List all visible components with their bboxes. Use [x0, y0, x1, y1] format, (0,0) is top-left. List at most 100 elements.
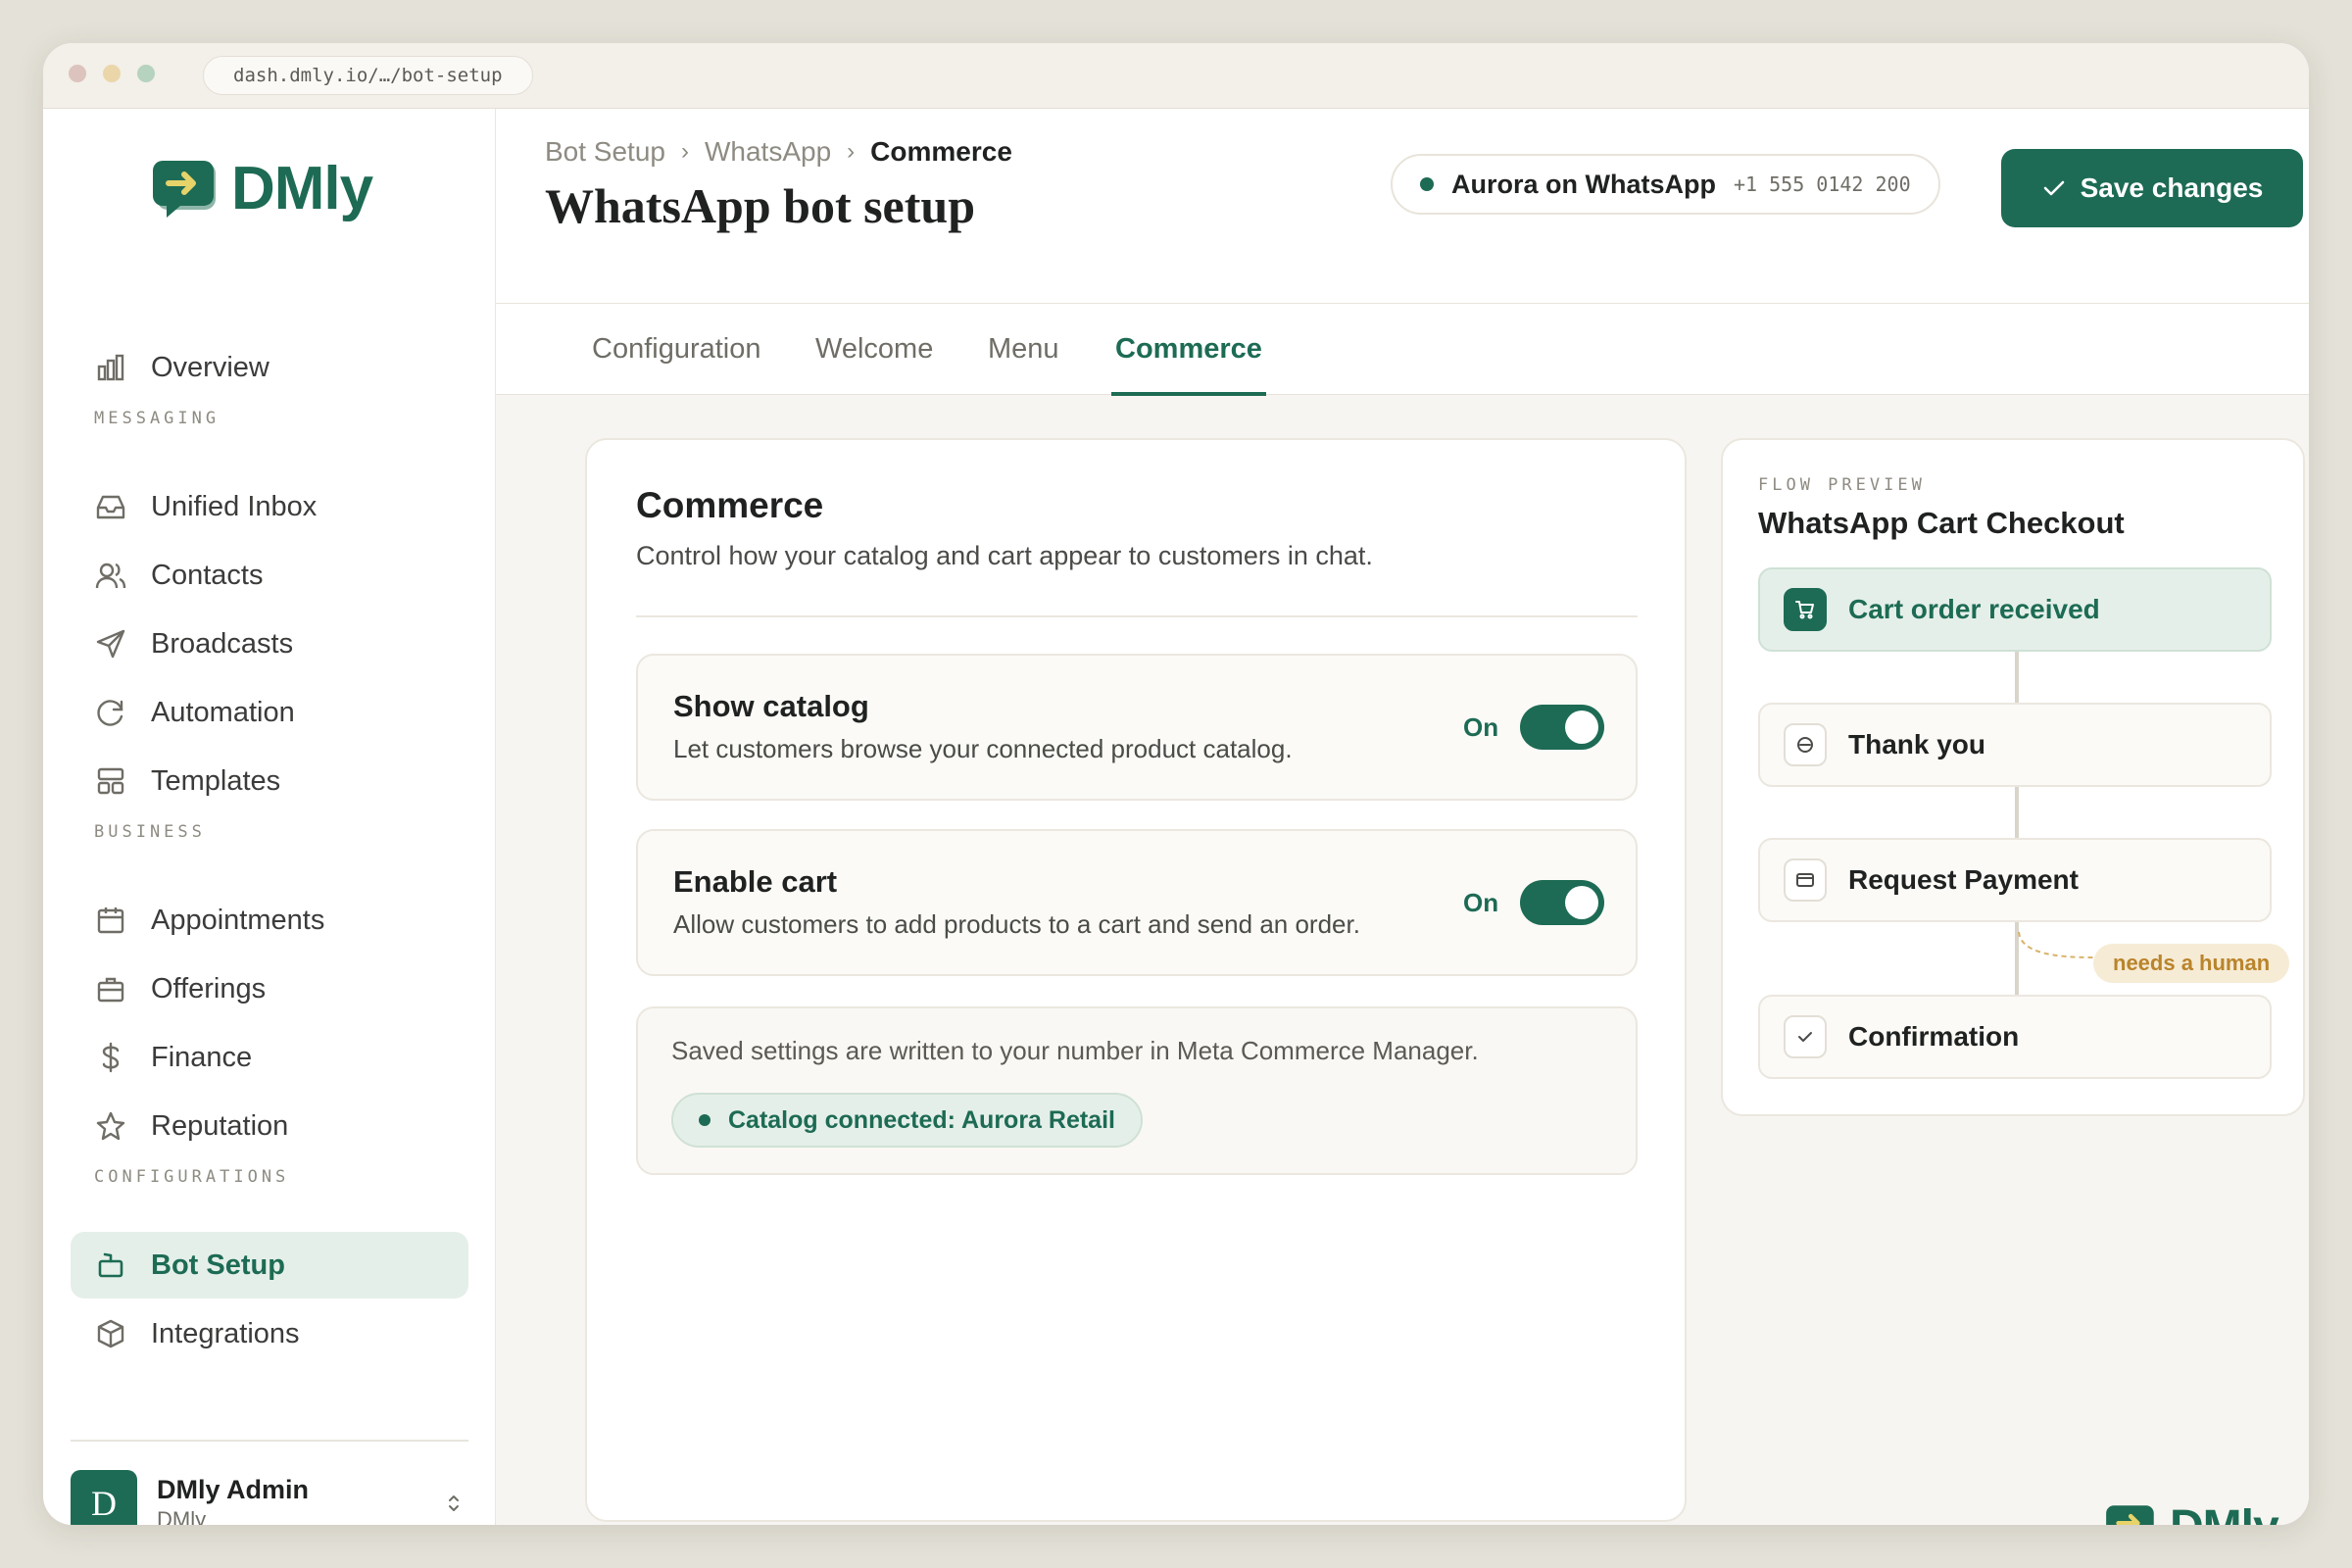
breadcrumb-separator-icon: › [847, 138, 856, 165]
show-catalog-toggle[interactable] [1520, 705, 1604, 750]
whatsapp-status-pill[interactable]: Aurora on WhatsApp +1 555 0142 200 [1391, 154, 1940, 215]
flow-preview-title: WhatsApp Cart Checkout [1758, 506, 2125, 540]
browser-chrome: dash.dmly.io/…/bot-setup [43, 43, 2309, 109]
setting-enable-cart: Enable cart Allow customers to add produ… [636, 829, 1638, 976]
minimize-window-dot[interactable] [103, 65, 121, 82]
sidebar-item-label: Broadcasts [151, 627, 294, 660]
save-button[interactable]: Save changes [2001, 149, 2303, 227]
dollar-icon [94, 1041, 127, 1074]
sidebar-item-label: Automation [151, 696, 295, 728]
setting-description: Let customers browse your connected prod… [673, 734, 1293, 763]
setting-title: Enable cart [673, 864, 838, 899]
flow-step-request-payment[interactable]: Request Payment [1758, 838, 2272, 922]
check-icon [1784, 1015, 1827, 1058]
sidebar-item-unified-inbox[interactable]: Unified Inbox [71, 473, 468, 540]
emoji-icon [1784, 723, 1827, 766]
sidebar: DMly Overview MESSAGING Unified Inbox Co… [43, 109, 496, 1525]
user-org: DMly [157, 1506, 207, 1526]
section-label-business: BUSINESS [94, 822, 206, 842]
users-icon [94, 559, 127, 592]
sidebar-item-automation[interactable]: Automation [71, 679, 468, 746]
toggle-knob [1565, 886, 1598, 919]
catalog-status-badge: Catalog connected: Aurora Retail [671, 1093, 1143, 1148]
send-icon [94, 627, 127, 661]
breadcrumb-bot-setup[interactable]: Bot Setup [545, 136, 665, 168]
sidebar-item-contacts[interactable]: Contacts [71, 542, 468, 609]
user-menu[interactable]: D DMly Admin DMly [71, 1468, 468, 1525]
flow-preview: FLOW PREVIEW WhatsApp Cart Checkout Cart… [1721, 438, 2305, 1116]
sidebar-item-reputation[interactable]: Reputation [71, 1093, 468, 1159]
maximize-window-dot[interactable] [137, 65, 155, 82]
sidebar-item-offerings[interactable]: Offerings [71, 956, 468, 1022]
enable-cart-toggle[interactable] [1520, 880, 1604, 925]
tab-commerce[interactable]: Commerce [1111, 304, 1266, 396]
branch-connector [2018, 931, 2094, 958]
flow-step-label: Cart order received [1848, 594, 2100, 624]
sidebar-item-label: Bot Setup [151, 1249, 285, 1281]
toggle-knob [1565, 710, 1598, 744]
sidebar-item-label: Contacts [151, 559, 264, 591]
sidebar-item-appointments[interactable]: Appointments [71, 887, 468, 954]
flow-step-cart-order[interactable]: Cart order received [1758, 567, 2272, 652]
brand-logo-icon [2106, 1504, 2154, 1525]
sidebar-item-integrations[interactable]: Integrations [71, 1300, 468, 1367]
breadcrumb-separator-icon: › [680, 138, 689, 165]
tab-configuration[interactable]: Configuration [592, 304, 761, 395]
sidebar-item-label: Offerings [151, 972, 267, 1004]
close-window-dot[interactable] [69, 65, 86, 82]
flow-step-thank-you[interactable]: Thank you [1758, 703, 2272, 787]
tab-bar: Configuration Welcome Menu Commerce [496, 304, 2309, 396]
needs-human-badge: needs a human [2093, 944, 2290, 983]
tab-welcome[interactable]: Welcome [815, 304, 933, 395]
brand-name: DMly [231, 155, 373, 222]
inbox-icon [94, 490, 127, 523]
sidebar-item-templates[interactable]: Templates [71, 748, 468, 814]
commerce-note: Saved settings are written to your numbe… [636, 1006, 1638, 1175]
flow-connector [2015, 652, 2019, 703]
check-icon [2043, 180, 2064, 196]
tab-menu[interactable]: Menu [988, 304, 1059, 395]
status-name: Aurora on WhatsApp [1451, 169, 1716, 199]
flow-connector [2015, 787, 2019, 838]
section-label-messaging: MESSAGING [94, 409, 220, 428]
card-divider [636, 615, 1638, 617]
cart-icon [1784, 588, 1827, 631]
chevron-updown-icon[interactable] [439, 1489, 468, 1518]
main-content: Bot Setup › WhatsApp › Commerce WhatsApp… [496, 109, 2309, 1525]
sidebar-item-overview[interactable]: Overview [71, 334, 468, 401]
setting-state: On [1463, 712, 1499, 742]
sidebar-item-label: Appointments [151, 904, 325, 936]
avatar: D [71, 1470, 137, 1525]
user-info: DMly Admin DMly [157, 1475, 439, 1526]
sidebar-item-label: Integrations [151, 1317, 300, 1349]
flow-step-label: Request Payment [1848, 864, 2079, 895]
bot-icon [94, 1249, 127, 1282]
brand-watermark: DMly [2103, 1500, 2279, 1525]
star-icon [94, 1109, 127, 1143]
section-label-configurations: CONFIGURATIONS [94, 1167, 290, 1187]
sidebar-item-label: Templates [151, 764, 281, 797]
sidebar-item-label: Overview [151, 351, 270, 383]
setting-show-catalog: Show catalog Let customers browse your c… [636, 654, 1638, 801]
sidebar-item-label: Reputation [151, 1109, 289, 1142]
breadcrumb-whatsapp[interactable]: WhatsApp [705, 136, 831, 168]
commerce-subtitle: Control how your catalog and cart appear… [636, 541, 1373, 570]
status-phone: +1 555 0142 200 [1734, 172, 1911, 196]
flow-step-confirmation[interactable]: Confirmation [1758, 995, 2272, 1079]
sidebar-item-finance[interactable]: Finance [71, 1024, 468, 1091]
brand-logo[interactable]: DMly [149, 154, 373, 223]
user-name: DMly Admin [157, 1474, 309, 1504]
app-window: dash.dmly.io/…/bot-setup DMly Overview M… [43, 43, 2309, 1525]
address-bar[interactable]: dash.dmly.io/…/bot-setup [203, 56, 533, 95]
status-dot [699, 1114, 710, 1126]
sidebar-item-label: Finance [151, 1041, 253, 1073]
card-icon [1784, 858, 1827, 902]
sidebar-item-bot-setup[interactable]: Bot Setup [71, 1232, 468, 1298]
commerce-title: Commerce [636, 485, 824, 525]
status-dot [1420, 177, 1434, 191]
sidebar-item-broadcasts[interactable]: Broadcasts [71, 611, 468, 677]
commerce-card: Commerce Control how your catalog and ca… [585, 438, 1687, 1522]
flow-step-label: Thank you [1848, 729, 1986, 760]
setting-state: On [1463, 888, 1499, 917]
setting-title: Show catalog [673, 689, 869, 723]
